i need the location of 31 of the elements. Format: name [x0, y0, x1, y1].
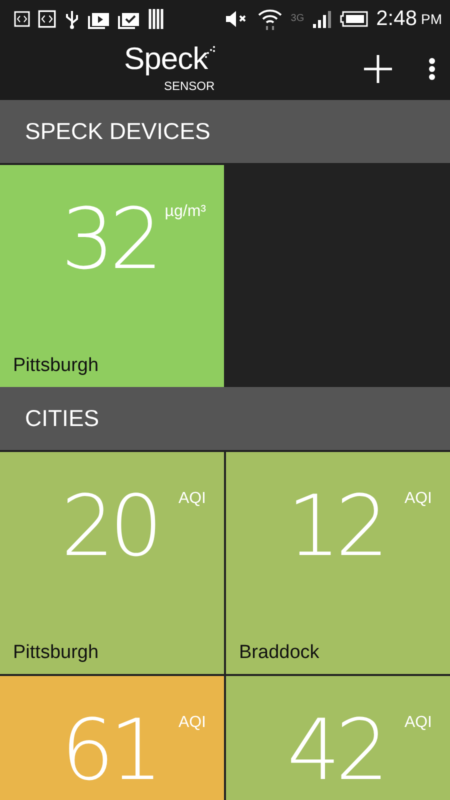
location-name: Pittsburgh	[13, 355, 99, 377]
reading-unit: AQI	[404, 490, 432, 508]
logo-subtitle: SENSOR	[164, 80, 215, 92]
reading-value: 42	[287, 704, 385, 796]
wifi-icon	[256, 6, 283, 30]
code-icon	[38, 10, 56, 28]
barcode-icon	[148, 8, 166, 30]
plus-icon	[362, 52, 394, 84]
reading-value: 12	[287, 480, 385, 572]
code-icon	[14, 10, 30, 26]
reading-tile[interactable]: 20 AQI Pittsburgh	[0, 452, 224, 674]
reading-tile[interactable]: 12 AQI Braddock	[226, 452, 450, 674]
reading-unit: AQI	[404, 714, 432, 732]
reading-unit: AQI	[178, 490, 206, 508]
location-name: Braddock	[239, 642, 320, 664]
reading-unit: µg/m³	[164, 203, 206, 221]
reading-value: 32	[61, 193, 159, 286]
reading-value: 20	[61, 480, 159, 572]
network-type: 3G	[290, 13, 304, 24]
signal-icon	[312, 10, 332, 28]
reading-unit: AQI	[178, 714, 206, 732]
battery-icon	[340, 10, 368, 26]
more-icon	[428, 56, 436, 80]
usb-icon	[64, 8, 80, 28]
logo-title: Speck	[124, 43, 208, 74]
location-name: Pittsburgh	[13, 642, 99, 664]
section-title: CITIES	[25, 405, 100, 432]
clock-time: 2:48	[376, 6, 417, 30]
reading-value: 61	[61, 704, 159, 796]
section-title: SPECK DEVICES	[25, 118, 210, 145]
clock-meridiem: PM	[421, 10, 442, 26]
